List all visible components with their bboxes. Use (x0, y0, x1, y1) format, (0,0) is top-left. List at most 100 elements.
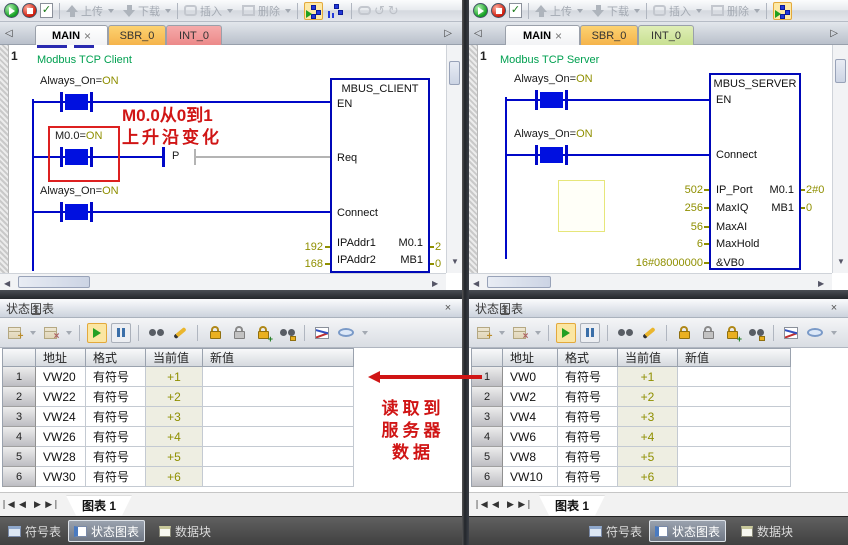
cell-format[interactable]: 有符号 (558, 427, 618, 447)
tab-main[interactable]: MAIN × (35, 25, 108, 45)
row-header[interactable]: 6 (3, 467, 36, 487)
tab-sbr0[interactable]: SBR_0 (108, 25, 166, 45)
prev-sheet-icon[interactable]: ◀ (15, 498, 30, 512)
sheet-tab-chart1[interactable]: 图表 1 (66, 496, 132, 516)
pin-icon[interactable] (30, 305, 42, 317)
symbol-table-button[interactable]: 符号表 (584, 520, 647, 542)
cell-address[interactable]: VW26 (36, 427, 86, 447)
col-header-format[interactable]: 格式 (558, 349, 618, 367)
insert-chart-dropdown-icon[interactable] (499, 330, 505, 335)
param-value[interactable]: 192 (281, 241, 323, 253)
force-icon[interactable] (674, 323, 694, 343)
row-header[interactable]: 3 (472, 407, 503, 427)
cell-new[interactable] (678, 387, 791, 407)
close-panel-icon[interactable]: × (828, 302, 840, 314)
col-header-address[interactable]: 地址 (36, 349, 86, 367)
scroll-down-icon[interactable]: ▼ (837, 257, 845, 266)
row-header[interactable]: 4 (472, 427, 503, 447)
delete-chart-dropdown-icon[interactable] (66, 330, 72, 335)
col-header-current[interactable]: 当前值 (146, 349, 203, 367)
cell-current[interactable]: +4 (618, 427, 678, 447)
client-ladder-editor[interactable]: 1 Modbus TCP Client Always_On=ON M0.0=ON… (0, 45, 462, 290)
stop-button[interactable] (491, 3, 506, 18)
cell-new[interactable] (203, 467, 354, 487)
cell-new[interactable] (203, 407, 354, 427)
row-header[interactable]: 5 (472, 447, 503, 467)
read-force-icon[interactable]: + (722, 323, 742, 343)
write-all-icon[interactable] (639, 323, 659, 343)
delete-chart-dropdown-icon[interactable] (535, 330, 541, 335)
cell-address[interactable]: VW8 (503, 447, 558, 467)
force-icon[interactable] (205, 323, 225, 343)
cell-format[interactable]: 有符号 (558, 387, 618, 407)
address-display-dropdown-icon[interactable] (362, 330, 368, 335)
cell-new[interactable] (203, 367, 354, 387)
download-button[interactable]: 下载 (607, 3, 629, 19)
cell-address[interactable]: VW2 (503, 387, 558, 407)
contact-always-on-2[interactable] (60, 202, 93, 222)
close-panel-icon[interactable]: × (442, 302, 454, 314)
cell-new[interactable] (678, 467, 791, 487)
pane-splitter[interactable] (469, 290, 848, 299)
pin-icon[interactable] (499, 305, 511, 317)
insert-chart-icon[interactable]: + (473, 323, 493, 343)
scroll-right-icon[interactable]: ▶ (432, 279, 438, 288)
insert-button[interactable]: 插入 (669, 3, 691, 19)
last-sheet-icon[interactable]: ▶❘ (45, 498, 60, 512)
scrollbar-thumb[interactable] (487, 276, 551, 288)
cell-new[interactable] (203, 427, 354, 447)
stop-button[interactable] (22, 3, 37, 18)
cell-current[interactable]: +2 (146, 387, 203, 407)
server-ladder-editor[interactable]: 1 Modbus TCP Server Always_On=ON Always_… (469, 45, 848, 290)
tab-sbr0[interactable]: SBR_0 (580, 25, 638, 45)
next-sheet-icon[interactable]: ▶ (503, 498, 518, 512)
delete-dropdown-icon[interactable] (285, 8, 291, 13)
vertical-scrollbar[interactable]: ▼ (446, 45, 462, 273)
trend-view-icon[interactable] (781, 323, 801, 343)
insert-chart-dropdown-icon[interactable] (30, 330, 36, 335)
param-value[interactable]: 256 (619, 202, 703, 214)
param-value[interactable]: 6 (619, 238, 703, 250)
cell-current[interactable]: +6 (146, 467, 203, 487)
chart-status-on-button[interactable] (87, 322, 107, 343)
cell-current[interactable]: +3 (618, 407, 678, 427)
upload-button[interactable]: 上传 (81, 3, 103, 19)
status-chart-button[interactable]: 状态图表 (649, 520, 727, 542)
horizontal-scrollbar[interactable]: ◀ ▶ (0, 273, 446, 290)
row-header[interactable]: 5 (3, 447, 36, 467)
scrollbar-thumb[interactable] (449, 61, 460, 85)
horizontal-scrollbar[interactable]: ◀ ▶ (469, 273, 832, 290)
cell-format[interactable]: 有符号 (86, 387, 146, 407)
write-all-icon[interactable] (170, 323, 190, 343)
insert-dropdown-icon[interactable] (696, 8, 702, 13)
output-value[interactable]: 2#0 (806, 184, 824, 196)
col-header-format[interactable]: 格式 (86, 349, 146, 367)
col-header-new[interactable]: 新值 (203, 349, 354, 367)
row-header[interactable]: 2 (472, 387, 503, 407)
col-header-current[interactable]: 当前值 (618, 349, 678, 367)
upload-dropdown-icon[interactable] (577, 8, 583, 13)
row-header[interactable]: 6 (472, 467, 503, 487)
unforce-icon[interactable] (698, 323, 718, 343)
cell-format[interactable]: 有符号 (558, 447, 618, 467)
tab-close-icon[interactable]: × (555, 29, 562, 43)
first-sheet-icon[interactable]: ❘◀ (473, 498, 488, 512)
col-header-new[interactable]: 新值 (678, 349, 791, 367)
sheet-tab-chart1[interactable]: 图表 1 (539, 496, 605, 516)
cell-address[interactable]: VW20 (36, 367, 86, 387)
cell-address[interactable]: VW22 (36, 387, 86, 407)
delete-button[interactable]: 删除 (258, 3, 280, 19)
cell-address[interactable]: VW30 (36, 467, 86, 487)
cell-format[interactable]: 有符号 (86, 447, 146, 467)
next-sheet-icon[interactable]: ▶ (30, 498, 45, 512)
program-status-on-icon[interactable] (304, 1, 323, 20)
data-block-button[interactable]: 数据块 (154, 520, 216, 542)
cell-address[interactable]: VW28 (36, 447, 86, 467)
row-header[interactable]: 1 (3, 367, 36, 387)
prev-sheet-icon[interactable]: ◀ (488, 498, 503, 512)
scrollbar-thumb[interactable] (18, 276, 90, 288)
cell-current[interactable]: +4 (146, 427, 203, 447)
run-button[interactable] (473, 3, 488, 18)
output-value[interactable]: 0 (435, 258, 441, 270)
param-value[interactable]: 168 (281, 258, 323, 270)
